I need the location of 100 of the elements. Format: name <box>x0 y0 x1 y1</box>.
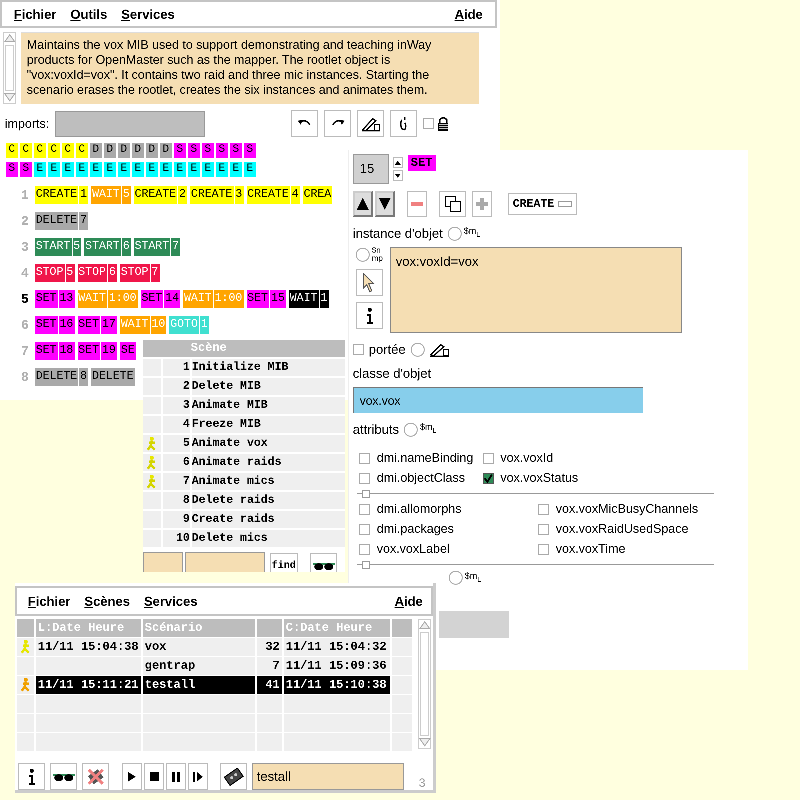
scroll-thumb[interactable] <box>420 632 429 736</box>
attribute-checkbox[interactable] <box>482 472 494 484</box>
remove-button[interactable] <box>407 191 427 217</box>
attribute-checkbox[interactable] <box>482 452 494 464</box>
table-cell[interactable] <box>284 695 390 713</box>
command-token[interactable]: CREATE <box>35 186 78 204</box>
scene-item[interactable]: Delete raids <box>192 492 345 509</box>
scene-item[interactable]: Animate MIB <box>192 397 345 414</box>
command-argument[interactable]: 7 <box>150 264 160 282</box>
letter-tile[interactable]: E <box>48 162 60 177</box>
command-token[interactable]: START <box>84 238 121 256</box>
command-argument[interactable]: 15 <box>270 290 286 308</box>
letter-tile[interactable]: S <box>188 143 200 158</box>
table-cell[interactable]: 41 <box>257 676 282 694</box>
attribute-checkbox[interactable] <box>538 544 549 554</box>
command-argument[interactable]: 17 <box>101 316 118 334</box>
spin-down-button[interactable] <box>393 170 403 181</box>
splitter-handle[interactable] <box>362 490 370 498</box>
letter-tile[interactable]: C <box>6 143 18 158</box>
scrollbar[interactable] <box>3 32 16 104</box>
letter-tile[interactable]: S <box>216 143 228 158</box>
search-field[interactable]: testall <box>252 763 404 790</box>
attribute-checkbox[interactable] <box>359 452 370 464</box>
letter-tile[interactable]: D <box>118 143 130 158</box>
letter-tile[interactable]: E <box>202 162 214 177</box>
command-argument[interactable]: 18 <box>58 342 75 360</box>
move-down-button[interactable] <box>375 191 395 217</box>
letter-tile[interactable]: S <box>20 162 32 177</box>
command-argument[interactable]: 7 <box>79 212 88 230</box>
letter-tile[interactable]: D <box>90 143 102 158</box>
attribute-checkbox[interactable] <box>359 472 370 484</box>
scroll-thumb[interactable] <box>5 45 14 91</box>
command-token[interactable]: CREATE <box>246 186 290 204</box>
table-cell[interactable] <box>36 695 141 713</box>
clip-button[interactable] <box>390 110 418 137</box>
command-token[interactable]: SET <box>140 290 164 308</box>
spinner-field[interactable]: 15 <box>353 154 389 184</box>
radio-button[interactable] <box>404 422 418 436</box>
command-token[interactable]: CREATE <box>190 186 234 204</box>
radio-button[interactable] <box>449 571 463 585</box>
letter-tile[interactable]: S <box>202 143 214 158</box>
attribute-checkbox[interactable] <box>359 544 370 554</box>
menu-item[interactable]: Services <box>144 594 198 608</box>
command-argument[interactable]: 6 <box>108 264 118 282</box>
command-token[interactable]: STOP <box>35 264 65 282</box>
step-button[interactable] <box>188 763 208 790</box>
command-dropdown[interactable]: CREATE <box>508 193 578 215</box>
input-field[interactable] <box>143 552 183 572</box>
stop-button[interactable] <box>144 763 164 790</box>
scene-item[interactable]: Initialize MIB <box>192 359 345 376</box>
letter-tile[interactable]: E <box>146 162 158 177</box>
find-button[interactable]: find <box>270 552 298 572</box>
command-token[interactable]: SET <box>35 290 58 308</box>
letter-tile[interactable]: C <box>48 143 60 158</box>
letter-tile[interactable]: E <box>104 162 116 177</box>
letter-tile[interactable]: E <box>244 162 256 177</box>
table-cell[interactable] <box>143 695 255 713</box>
imports-field[interactable] <box>55 110 206 136</box>
scene-item[interactable]: Freeze MIB <box>192 416 345 433</box>
command-token[interactable]: START <box>134 238 170 256</box>
edit-button[interactable] <box>357 110 384 137</box>
tape-button[interactable] <box>220 763 247 790</box>
move-up-button[interactable] <box>353 191 373 217</box>
radio-button[interactable] <box>410 342 425 356</box>
command-argument[interactable]: 5 <box>66 264 75 282</box>
command-token[interactable]: SET <box>246 290 270 308</box>
info-button[interactable] <box>356 302 383 329</box>
table-cell[interactable]: gentrap <box>143 657 255 675</box>
table-cell[interactable] <box>36 657 141 675</box>
menu-item[interactable]: Scènes <box>84 594 130 608</box>
command-token[interactable]: DELETE <box>35 212 78 230</box>
command-argument[interactable]: 14 <box>164 290 180 308</box>
scope-checkbox[interactable] <box>353 344 364 355</box>
table-cell[interactable] <box>257 695 282 713</box>
radio-button[interactable] <box>448 226 462 240</box>
command-token[interactable]: DELETE <box>91 368 135 386</box>
letter-tile[interactable]: S <box>174 143 186 158</box>
letter-tile[interactable]: C <box>34 143 46 158</box>
menu-item[interactable]: Fichier <box>28 594 71 608</box>
table-cell[interactable]: 7 <box>257 657 282 675</box>
table-cell[interactable]: 11/11 15:04:32 <box>284 638 390 656</box>
undo-button[interactable] <box>291 110 318 137</box>
letter-tile[interactable]: E <box>216 162 228 177</box>
command-argument[interactable]: 2 <box>178 186 188 204</box>
play-button[interactable] <box>122 763 142 790</box>
letter-tile[interactable]: C <box>76 143 88 158</box>
info-button[interactable] <box>18 763 45 790</box>
table-cell[interactable]: 11/11 15:09:36 <box>284 657 390 675</box>
scroll-down-icon[interactable] <box>418 738 430 748</box>
table-cell[interactable]: 11/11 15:10:38 <box>284 676 390 694</box>
letter-tile[interactable]: S <box>230 143 242 158</box>
letter-tile[interactable]: E <box>160 162 172 177</box>
command-argument[interactable]: 4 <box>290 186 300 204</box>
letter-tile[interactable]: E <box>230 162 242 177</box>
letter-tile[interactable]: E <box>34 162 46 177</box>
command-argument[interactable]: 7 <box>171 238 180 256</box>
table-cell[interactable]: vox <box>143 638 255 656</box>
command-token[interactable]: SE <box>120 342 136 360</box>
letter-tile[interactable]: D <box>146 143 158 158</box>
letter-tile[interactable]: C <box>62 143 74 158</box>
